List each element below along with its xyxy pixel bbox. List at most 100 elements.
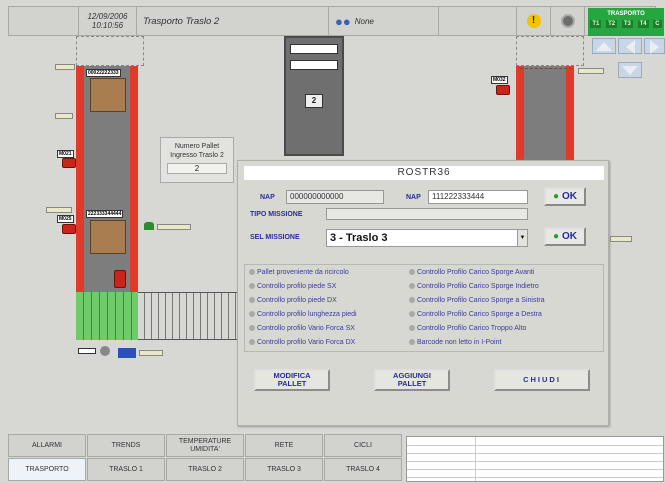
lift-number: 2 (305, 94, 323, 108)
bottom-blue-sensor (118, 348, 136, 358)
chevron-down-icon[interactable]: ▼ (517, 230, 527, 246)
status-dot-icon (249, 283, 255, 289)
nav-temperature[interactable]: TEMPERATURE UMIDITA' (166, 434, 244, 457)
datetime: 12/09/2006 10:10:56 (79, 7, 137, 35)
check-left-6: Controllo profilo Vario Forca DX (249, 339, 355, 346)
tipo-missione-field (326, 208, 528, 220)
settings-button[interactable] (551, 7, 585, 35)
alarm-list-grid[interactable] (406, 436, 664, 482)
arrow-right-button[interactable] (644, 38, 665, 54)
check-right-2: Controllo Profilo Carico Sporge Indietro (409, 283, 539, 290)
left-conveyor-red-rail-right (130, 66, 138, 292)
pallet-mid[interactable] (90, 220, 126, 254)
motor-label-m021: M021 (57, 150, 74, 158)
ok-label-2: OK (562, 231, 578, 242)
sensor-tag-1 (55, 64, 75, 70)
nap-field-1[interactable]: 000000000000 (286, 190, 384, 204)
sensor-tag-5 (139, 350, 163, 356)
motor-m032[interactable] (496, 85, 510, 95)
status-dot-icon (249, 297, 255, 303)
left-arrow-icon (625, 40, 635, 54)
arrow-down-button[interactable] (618, 62, 642, 78)
lift-slot-1 (290, 44, 338, 54)
beacon-icon (144, 222, 154, 230)
grid-divider (475, 437, 476, 481)
modifica-label-2: PALLET (277, 379, 307, 388)
status-dot-icon (249, 339, 255, 345)
check-left-3: Controllo profilo piede DX (249, 297, 337, 304)
sel-missione-value: 3 - Traslo 3 (330, 232, 388, 244)
right-rail-right (566, 66, 574, 166)
ok-label-1: OK (562, 191, 578, 202)
sensor-tag-7 (610, 236, 632, 242)
nav-traslo-3[interactable]: TRASLO 3 (245, 458, 323, 481)
lift-tower: 2 (284, 36, 344, 156)
status-dot-icon (409, 311, 415, 317)
dashed-line (520, 68, 572, 69)
roller-section-green (76, 292, 138, 340)
trasporto-indicator: TRASPORTO T1 T2 T3 T4 C (588, 8, 664, 36)
nav-cicli[interactable]: CICLI (324, 434, 402, 457)
motor-m025[interactable] (62, 224, 76, 234)
nap-field-2[interactable]: 111222333444 (428, 190, 528, 204)
user-cell[interactable]: ●● None (329, 7, 439, 35)
ok-button-1[interactable]: ● OK (544, 187, 586, 206)
warning-icon: ! (526, 14, 541, 28)
ok-button-2[interactable]: ● OK (544, 227, 586, 246)
chiudi-button[interactable]: CHIUDI (494, 369, 590, 391)
sel-missione-label: SEL MISSIONE (250, 234, 300, 241)
motor-lower[interactable] (114, 270, 126, 288)
nav-trasporto[interactable]: TRASPORTO (8, 458, 86, 481)
date-text: 12/09/2006 (87, 12, 128, 21)
check-left-1: Pallet proveniente da ricircolo (249, 269, 349, 276)
modifica-pallet-button[interactable]: MODIFICA PALLET (254, 369, 330, 391)
nav-rete[interactable]: RETE (245, 434, 323, 457)
sensor-tag-4 (157, 224, 191, 230)
check-right-3: Controllo Profilo Carico Sporge a Sinist… (409, 297, 545, 304)
motor-label-m032: M032 (491, 76, 508, 84)
numero-pallet-label: Numero Pallet Ingresso Traslo 2 (170, 143, 224, 159)
dialog-title: ROSTR36 (244, 166, 604, 180)
check-right-6: Barcode non letto in I-Point (409, 339, 501, 346)
sensor-tag-6 (578, 68, 604, 74)
user-name: None (354, 16, 374, 26)
nav-traslo-1[interactable]: TRASLO 1 (87, 458, 165, 481)
pallet-code-mid: 222333344444 (86, 210, 124, 218)
sensor-tag-3 (46, 207, 72, 213)
right-conveyor-top-outline (516, 36, 584, 66)
bottom-sensor-icon (100, 346, 110, 356)
nav-allarmi[interactable]: ALLARMI (8, 434, 86, 457)
trasporto-label: TRASPORTO (607, 11, 645, 17)
sel-missione-dropdown[interactable]: 3 - Traslo 3 ▼ (326, 229, 528, 247)
motor-m021[interactable] (62, 158, 76, 168)
nap-label-2: NAP (406, 194, 421, 201)
status-dot-icon (249, 325, 255, 331)
nap-label-1: NAP (260, 194, 275, 201)
lift-slot-2 (290, 60, 338, 70)
users-ok-icon: ● (552, 191, 560, 202)
alarm-button[interactable]: ! (517, 7, 551, 35)
nav-trends[interactable]: TRENDS (87, 434, 165, 457)
aggiungi-label-2: PALLET (397, 379, 427, 388)
status-dot-icon (409, 269, 415, 275)
check-right-5: Controllo Profilo Carico Troppo Alto (409, 325, 526, 332)
left-conveyor-red-rail-left (76, 66, 84, 292)
down-arrow-icon (622, 66, 638, 75)
motor-label-m025: M025 (57, 215, 74, 223)
aggiungi-pallet-button[interactable]: AGGIUNGI PALLET (374, 369, 450, 391)
status-dot-icon (409, 283, 415, 289)
check-left-4: Controllo profilo lunghezza piedi (249, 311, 357, 318)
check-right-4: Controllo Profilo Carico Sporge a Destra (409, 311, 542, 318)
arrow-up-button[interactable] (592, 38, 616, 54)
nav-traslo-2[interactable]: TRASLO 2 (166, 458, 244, 481)
check-right-1: Controllo Profilo Carico Sporge Avanti (409, 269, 534, 276)
blank-cell (9, 7, 79, 35)
status-dot-icon (409, 325, 415, 331)
status-dot-icon (409, 339, 415, 345)
trasporto-t1: T1 (590, 20, 602, 28)
page-title: Trasporto Traslo 2 (137, 7, 329, 35)
arrow-left-button[interactable] (618, 38, 642, 54)
pallet-top[interactable] (90, 78, 126, 112)
sensor-tag-2 (55, 113, 73, 119)
nav-traslo-4[interactable]: TRASLO 4 (324, 458, 402, 481)
